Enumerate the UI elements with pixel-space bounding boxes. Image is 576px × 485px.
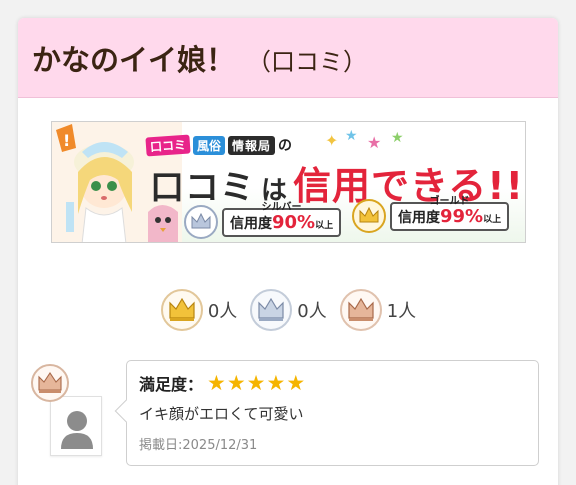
logo-tag-kuchikomi: 口コミ [145,133,191,157]
review-comment: イキ顔がエロくて可愛い [139,405,304,423]
gold-rank-box: ゴールド 信用度99%以上 [352,196,510,233]
logo-tail: の [278,138,293,154]
logo-tag-info: 情報局 [228,135,276,155]
silver-rank-count: 0人 [249,288,327,332]
star-icon: ★ [246,370,266,395]
headline-kuchikomi: 口コミ [150,168,255,208]
review-card: かなのイイ娘！ （口コミ） ! 口コミ 風俗 情報局 の ✦ ★ ★ ★ 口コミ… [18,18,558,485]
svg-text:★: ★ [391,130,404,146]
bronze-rank-count: 1人 [339,288,416,332]
avatar [50,396,102,456]
logo-tag-fuzoku: 風俗 [193,135,226,155]
svg-text:✦: ✦ [325,131,338,150]
rank-counts: 0人 0人 1人 [18,288,558,332]
page-subtitle: （口コミ） [247,48,368,76]
gold-crown-icon [160,289,203,331]
bronze-crown-icon [339,289,382,331]
star-icon: ★ [207,370,226,395]
bubble-tail [114,399,138,423]
silver-crown-icon [250,289,293,331]
bronze-count-value: 1人 [386,301,417,322]
trust-banner[interactable]: ! 口コミ 風俗 情報局 の ✦ ★ ★ ★ 口コミ は 信用できる!! シルバ… [51,121,526,243]
svg-text:!: ! [63,131,70,150]
user-silhouette-icon [61,411,93,449]
card-header: かなのイイ娘！ （口コミ） [18,18,558,98]
silver-count-value: 0人 [297,301,327,322]
rating-stars: ★ ★ ★ ★ ★ [207,370,306,395]
star-icon: ★ [226,370,246,395]
silver-rank-box: シルバー 信用度90%以上 [184,202,342,239]
gold-count-value: 0人 [207,301,238,322]
silver-crown-icon [184,205,218,239]
banner-logo: 口コミ 風俗 情報局 の [145,133,293,157]
star-icon: ★ [286,370,306,395]
satisfaction-label: 満足度： [139,375,204,394]
star-icon: ★ [266,370,286,395]
decorative-stars-icon: ✦ ★ ★ ★ [325,128,404,152]
bronze-crown-icon [31,364,69,402]
gold-rank-count: 0人 [160,288,237,332]
gold-crown-icon [352,199,386,233]
satisfaction-row: 満足度： ★ ★ ★ ★ ★ [139,371,526,395]
page-title: かなのイイ娘！ [32,42,236,77]
svg-text:★: ★ [345,128,358,144]
review-bubble: 満足度： ★ ★ ★ ★ ★ イキ顔がエロくて可愛い 掲載日:2025/12/3… [114,360,539,466]
gold-trust-label: ゴールド 信用度99%以上 [390,196,510,231]
silver-trust-label: シルバー 信用度90%以上 [222,202,342,237]
review-date: 掲載日:2025/12/31 [139,438,258,453]
svg-text:★: ★ [367,133,381,152]
